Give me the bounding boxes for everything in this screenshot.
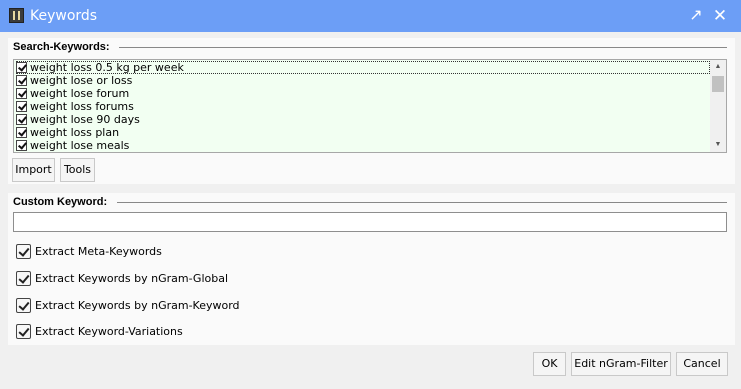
- section-divider: [117, 202, 727, 203]
- keyword-checkbox[interactable]: [16, 127, 27, 138]
- option-checkbox[interactable]: [16, 298, 31, 313]
- keyword-checkbox[interactable]: [16, 62, 27, 73]
- app-logo-icon: [9, 8, 24, 23]
- close-icon[interactable]: ✕: [710, 6, 730, 26]
- option-label: Extract Meta-Keywords: [35, 245, 162, 258]
- option-checkbox[interactable]: [16, 271, 31, 286]
- keyword-label: weight loss plan: [30, 126, 120, 139]
- section-divider: [119, 47, 727, 48]
- option-label: Extract Keyword-Variations: [35, 325, 183, 338]
- keyword-checkbox[interactable]: [16, 114, 27, 125]
- ok-button[interactable]: OK: [533, 352, 566, 376]
- option-checkbox[interactable]: [16, 244, 31, 259]
- keyword-checkbox[interactable]: [16, 75, 27, 86]
- keyword-item[interactable]: weight loss 0.5 kg per week: [16, 61, 710, 74]
- cancel-button[interactable]: Cancel: [676, 352, 728, 376]
- option-label: Extract Keywords by nGram-Global: [35, 272, 229, 285]
- maximize-icon[interactable]: ↗: [686, 6, 706, 26]
- custom-keyword-input[interactable]: [13, 212, 727, 232]
- keyword-item[interactable]: weight lose meals: [16, 139, 710, 152]
- keyword-label: weight loss 0.5 kg per week: [30, 61, 184, 74]
- keyword-checkbox[interactable]: [16, 101, 27, 112]
- tools-button[interactable]: Tools: [60, 158, 95, 182]
- keyword-item[interactable]: weight loss forums: [16, 100, 710, 113]
- window-title: Keywords: [30, 8, 98, 24]
- keyword-checkbox[interactable]: [16, 88, 27, 99]
- keyword-list[interactable]: weight loss 0.5 kg per week weight lose …: [13, 59, 727, 153]
- keyword-item[interactable]: weight lose or loss: [16, 74, 710, 87]
- search-keywords-heading: Search-Keywords:: [13, 41, 110, 53]
- keyword-label: weight lose 90 days: [30, 113, 140, 126]
- custom-keyword-panel: Custom Keyword: Extract Meta-Keywords Ex…: [8, 193, 735, 345]
- import-button[interactable]: Import: [12, 158, 55, 182]
- option-label: Extract Keywords by nGram-Keyword: [35, 299, 240, 312]
- scroll-thumb[interactable]: [712, 76, 724, 92]
- edit-ngram-filter-button[interactable]: Edit nGram-Filter: [571, 352, 671, 376]
- keyword-list-scrollbar[interactable]: ▲ ▼: [710, 60, 726, 152]
- custom-keyword-heading: Custom Keyword:: [13, 196, 108, 208]
- option-checkbox[interactable]: [16, 324, 31, 339]
- keyword-item[interactable]: weight lose forum: [16, 87, 710, 100]
- search-keywords-panel: Search-Keywords: weight loss 0.5 kg per …: [8, 38, 735, 184]
- keyword-label: weight lose or loss: [30, 74, 133, 87]
- scroll-up-icon[interactable]: ▲: [710, 60, 726, 74]
- keyword-label: weight lose meals: [30, 139, 130, 152]
- keyword-checkbox[interactable]: [16, 140, 27, 151]
- keyword-label: weight loss forums: [30, 100, 134, 113]
- scroll-down-icon[interactable]: ▼: [710, 138, 726, 152]
- keyword-item[interactable]: weight loss plan: [16, 126, 710, 139]
- keyword-label: weight lose forum: [30, 87, 130, 100]
- keyword-item[interactable]: weight lose 90 days: [16, 113, 710, 126]
- title-bar: Keywords ↗ ✕: [0, 0, 741, 32]
